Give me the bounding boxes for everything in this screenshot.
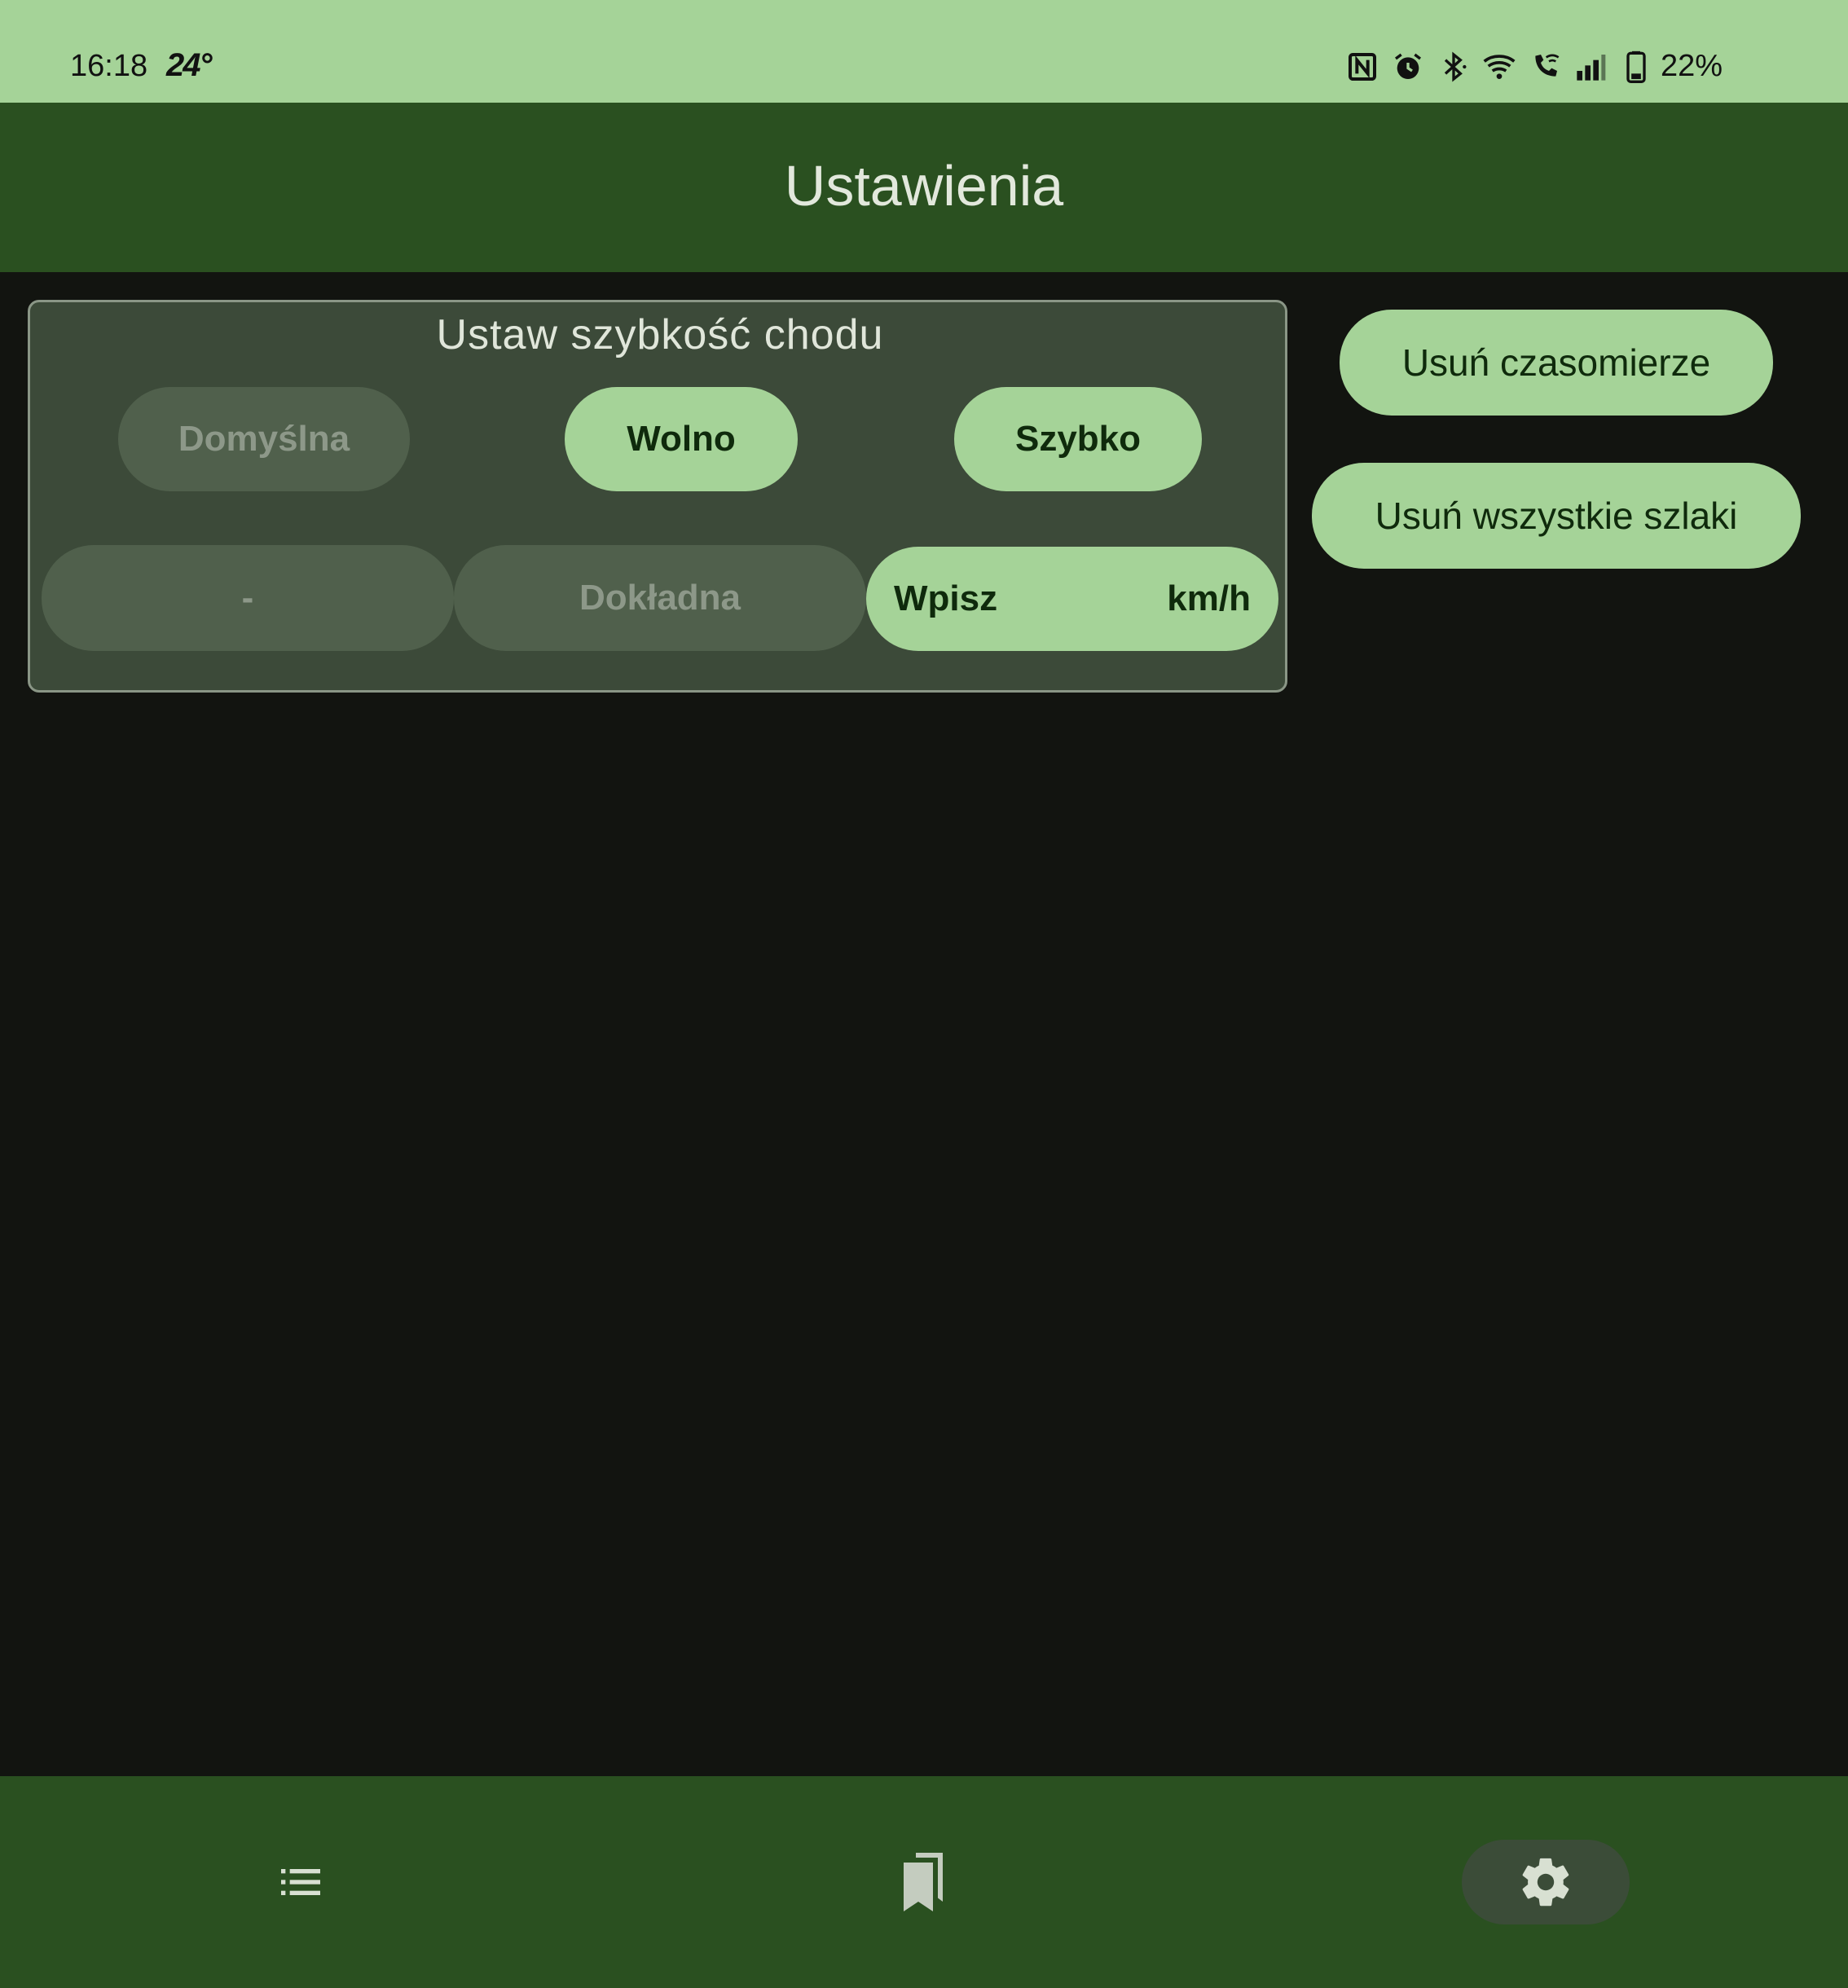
app-bar: Ustawienia	[0, 103, 1848, 272]
alarm-icon	[1395, 53, 1421, 79]
fast-speed-button[interactable]: Szybko	[954, 387, 1202, 491]
nav-item-bookmarks[interactable]	[839, 1840, 1007, 1924]
delete-timers-button[interactable]: Usuń czasomierze	[1340, 310, 1773, 416]
battery-icon	[1626, 51, 1646, 83]
speed-unit-label: km/h	[1167, 578, 1251, 618]
status-temperature: 24°	[166, 47, 212, 83]
bookmarks-icon	[904, 1853, 943, 1911]
settings-gear-icon	[1522, 1858, 1569, 1907]
speed-mode-none-segment[interactable]: -	[42, 545, 454, 651]
slow-speed-button[interactable]: Wolno	[565, 387, 798, 491]
speed-input-label: Wpisz	[894, 578, 998, 618]
signal-icon	[1577, 54, 1606, 81]
default-speed-button[interactable]: Domyślna	[118, 387, 410, 491]
battery-percentage: 22%	[1661, 49, 1723, 83]
wifi-call-icon	[1535, 54, 1560, 77]
page-title: Ustawienia	[784, 154, 1064, 218]
delete-all-trails-button[interactable]: Usuń wszystkie szlaki	[1312, 463, 1801, 569]
bottom-navigation	[0, 1776, 1848, 1988]
speed-input-field[interactable]: Wpisz km/h	[866, 547, 1278, 651]
nav-item-settings[interactable]	[1462, 1840, 1630, 1924]
wifi-icon	[1483, 54, 1516, 79]
status-time: 16:18	[70, 49, 148, 83]
nfc-icon	[1349, 52, 1376, 81]
status-icons: 22%	[1346, 49, 1723, 84]
bluetooth-icon	[1444, 51, 1467, 81]
status-bar: 16:18 24° 22%	[0, 0, 1848, 103]
nav-item-list[interactable]	[217, 1840, 385, 1924]
list-icon	[281, 1869, 320, 1895]
walking-speed-title: Ustaw szybkość chodu	[436, 311, 884, 358]
speed-mode-exact-segment[interactable]: Dokładna	[454, 545, 866, 651]
walking-speed-card: Ustaw szybkość chodu Domyślna Wolno Szyb…	[28, 300, 1287, 693]
